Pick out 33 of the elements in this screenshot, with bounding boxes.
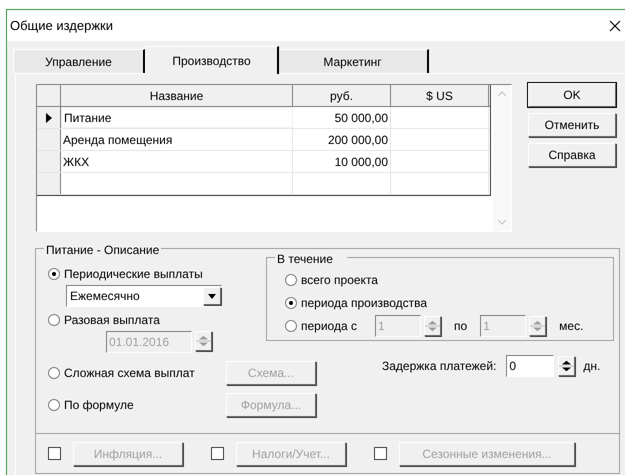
row-pointer-icon: [44, 112, 52, 122]
unit-label: мес.: [559, 318, 584, 335]
table-row[interactable]: Аренда помещения 200 000,00: [37, 129, 490, 151]
dropdown[interactable]: Ежемесячно: [66, 285, 222, 307]
table-row[interactable]: Питание 50 000,00: [37, 107, 490, 129]
tab[interactable]: Управление: [13, 49, 145, 73]
dialog-button[interactable]: OK: [528, 83, 616, 107]
number-field[interactable]: 0: [506, 355, 554, 377]
table-cell-text: Питание: [64, 110, 112, 126]
spin-button[interactable]: [529, 316, 546, 336]
dialog-button[interactable]: Отменить: [528, 113, 616, 137]
table-cell-text: Аренда помещения: [63, 132, 172, 148]
table-cell-text: 10 000,00: [334, 154, 388, 170]
window-title: Общие издержки: [10, 16, 113, 35]
row-header[interactable]: [37, 107, 61, 128]
column-header[interactable]: Название: [61, 85, 293, 106]
tab[interactable]: Маркетинг: [277, 49, 429, 73]
radio-label[interactable]: Периодические выплаты: [64, 265, 214, 283]
range-label: по: [454, 318, 468, 335]
table-cell-text: 200 000,00: [328, 132, 388, 148]
table-cell-text: ЖКХ: [63, 154, 90, 170]
table-cell-text: 50 000,00: [334, 110, 388, 126]
caret-icon: [208, 294, 216, 298]
close-icon[interactable]: [609, 20, 621, 32]
column-header[interactable]: руб.: [293, 85, 391, 106]
unit-label: дн.: [583, 358, 600, 375]
dialog-button[interactable]: Справка: [528, 143, 616, 167]
column-header[interactable]: $ US: [391, 85, 489, 106]
tab[interactable]: Производство: [145, 46, 279, 74]
delay-label: Задержка платежей:: [382, 358, 496, 375]
spin-button[interactable]: [558, 356, 576, 376]
table-row[interactable]: ЖКХ 10 000,00: [37, 151, 490, 173]
radio-button[interactable]: [48, 268, 60, 280]
